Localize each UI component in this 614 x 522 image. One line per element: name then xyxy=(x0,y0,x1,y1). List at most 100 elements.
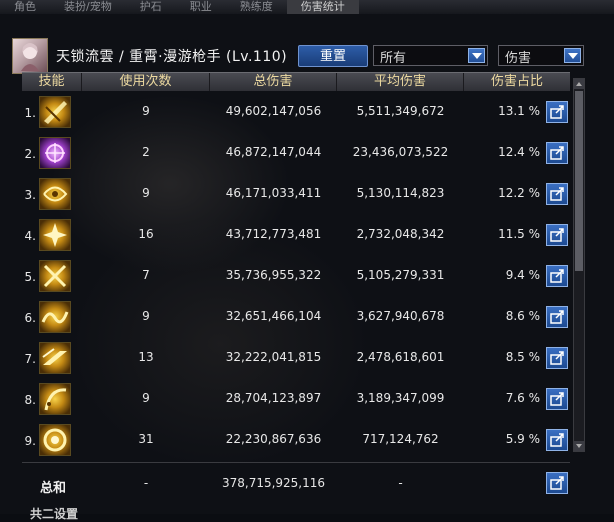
row-total-damage: 46,171,033,411 xyxy=(225,186,322,200)
row-average-damage: 5,130,114,823 xyxy=(356,186,445,200)
share-button[interactable] xyxy=(546,306,568,328)
row-index: 3. xyxy=(24,188,36,202)
row-total-damage: 32,651,466,104 xyxy=(225,309,322,323)
share-icon xyxy=(550,392,564,406)
share-total-button[interactable] xyxy=(546,472,568,494)
share-icon xyxy=(550,146,564,160)
row-average-damage: 3,189,347,099 xyxy=(356,391,445,405)
golden-slash-skill-icon xyxy=(39,96,71,128)
purple-burst-skill-icon xyxy=(39,137,71,169)
row-total-damage: 22,230,867,636 xyxy=(225,432,322,446)
row-total-damage: 35,736,955,322 xyxy=(225,268,322,282)
scroll-thumb[interactable] xyxy=(575,91,583,271)
character-avatar xyxy=(12,38,48,74)
row-total-damage: 49,602,147,056 xyxy=(225,104,322,118)
golden-dash-skill-icon xyxy=(39,342,71,374)
table-row: 9. 31 22,230,867,636 717,124,762 5.9 % xyxy=(22,420,570,460)
total-uses: - xyxy=(143,476,149,490)
background-tab-strip: 角色 装扮/宠物 护石 职业 熟练度 伤害统计 xyxy=(0,0,614,14)
row-average-damage: 5,105,279,331 xyxy=(356,268,445,282)
share-button[interactable] xyxy=(546,265,568,287)
row-uses: 2 xyxy=(142,145,150,159)
bg-tab-damage-stats[interactable]: 伤害统计 xyxy=(286,0,359,14)
share-icon xyxy=(550,105,564,119)
table-row: 4. 16 43,712,773,481 2,732,048,342 11.5 … xyxy=(22,215,570,255)
total-row: 总和 - 378,715,925,116 - xyxy=(22,462,570,503)
row-index: 8. xyxy=(24,393,36,407)
column-damage-share: 伤害占比 xyxy=(490,74,543,89)
share-button[interactable] xyxy=(546,183,568,205)
row-damage-share: 9.4 % xyxy=(505,268,540,282)
character-portrait-icon xyxy=(21,43,39,71)
table-header: 技能 使用次数 总伤害 平均伤害 伤害占比 xyxy=(22,72,570,91)
row-uses: 7 xyxy=(142,268,150,282)
row-average-damage: 3,627,940,678 xyxy=(356,309,445,323)
share-icon xyxy=(550,310,564,324)
row-damage-share: 11.5 % xyxy=(498,227,540,241)
golden-spark-skill-icon xyxy=(39,219,71,251)
row-index: 2. xyxy=(24,147,36,161)
total-damage-sum: 378,715,925,116 xyxy=(221,476,326,490)
share-button[interactable] xyxy=(546,224,568,246)
golden-chain-skill-icon xyxy=(39,383,71,415)
row-damage-share: 12.4 % xyxy=(498,145,540,159)
row-index: 9. xyxy=(24,434,36,448)
source-filter-dropdown[interactable]: 所有 xyxy=(373,45,488,66)
row-damage-share: 12.2 % xyxy=(498,186,540,200)
row-index: 1. xyxy=(24,106,36,120)
row-average-damage: 2,478,618,601 xyxy=(356,350,445,364)
golden-spin-skill-icon xyxy=(39,178,71,210)
row-uses: 31 xyxy=(138,432,154,446)
metric-filter-dropdown[interactable]: 伤害 xyxy=(498,45,584,66)
table-row: 6. 9 32,651,466,104 3,627,940,678 8.6 % xyxy=(22,297,570,337)
chevron-down-icon[interactable] xyxy=(564,48,581,63)
column-uses: 使用次数 xyxy=(82,73,210,91)
damage-stats-header: 天锁流雲 / 重霄·漫游枪手 (Lv.110) 重置 所有 伤害 xyxy=(0,14,614,74)
table-row: 1. 9 49,602,147,056 5,511,349,672 13.1 % xyxy=(22,92,570,132)
row-uses: 9 xyxy=(142,104,150,118)
bg-tab: 职业 xyxy=(189,0,212,13)
bg-tab: 角色 xyxy=(14,0,36,13)
row-average-damage: 5,511,349,672 xyxy=(356,104,445,118)
chevron-down-icon[interactable] xyxy=(468,48,485,63)
row-average-damage: 2,732,048,342 xyxy=(356,227,445,241)
share-button[interactable] xyxy=(546,347,568,369)
row-total-damage: 43,712,773,481 xyxy=(225,227,322,241)
share-icon xyxy=(550,476,564,490)
table-row: 7. 13 32,222,041,815 2,478,618,601 8.5 % xyxy=(22,338,570,378)
row-total-damage: 28,704,123,897 xyxy=(225,391,322,405)
bg-tab: 护石 xyxy=(139,0,162,13)
metric-filter-value: 伤害 xyxy=(505,51,532,66)
share-button[interactable] xyxy=(546,429,568,451)
row-damage-share: 5.9 % xyxy=(505,432,540,446)
row-damage-share: 13.1 % xyxy=(498,104,540,118)
table-row: 2. 2 46,872,147,044 23,436,073,522 12.4 … xyxy=(22,133,570,173)
source-filter-value: 所有 xyxy=(380,51,407,66)
share-button[interactable] xyxy=(546,142,568,164)
row-index: 5. xyxy=(24,270,36,284)
reset-button[interactable]: 重置 xyxy=(298,45,368,67)
scroll-down-arrow-icon[interactable] xyxy=(574,441,584,451)
row-damage-share: 8.5 % xyxy=(505,350,540,364)
row-total-damage: 32,222,041,815 xyxy=(225,350,322,364)
column-average-damage: 平均伤害 xyxy=(337,73,464,91)
row-average-damage: 23,436,073,522 xyxy=(352,145,449,159)
share-button[interactable] xyxy=(546,388,568,410)
column-total-damage: 总伤害 xyxy=(210,73,337,91)
total-label: 总和 xyxy=(40,481,67,496)
row-average-damage: 717,124,762 xyxy=(362,432,439,446)
row-total-damage: 46,872,147,044 xyxy=(225,145,322,159)
row-damage-share: 8.6 % xyxy=(505,309,540,323)
share-icon xyxy=(550,433,564,447)
golden-wave-skill-icon xyxy=(39,301,71,333)
row-index: 7. xyxy=(24,352,36,366)
row-uses: 9 xyxy=(142,186,150,200)
table-row: 3. 9 46,171,033,411 5,130,114,823 12.2 % xyxy=(22,174,570,214)
table-scrollbar[interactable] xyxy=(573,78,585,452)
row-uses: 13 xyxy=(138,350,154,364)
bg-tab: 装扮/宠物 xyxy=(64,0,112,13)
share-button[interactable] xyxy=(546,101,568,123)
scroll-up-arrow-icon[interactable] xyxy=(574,79,584,89)
row-uses: 9 xyxy=(142,309,150,323)
share-icon xyxy=(550,228,564,242)
